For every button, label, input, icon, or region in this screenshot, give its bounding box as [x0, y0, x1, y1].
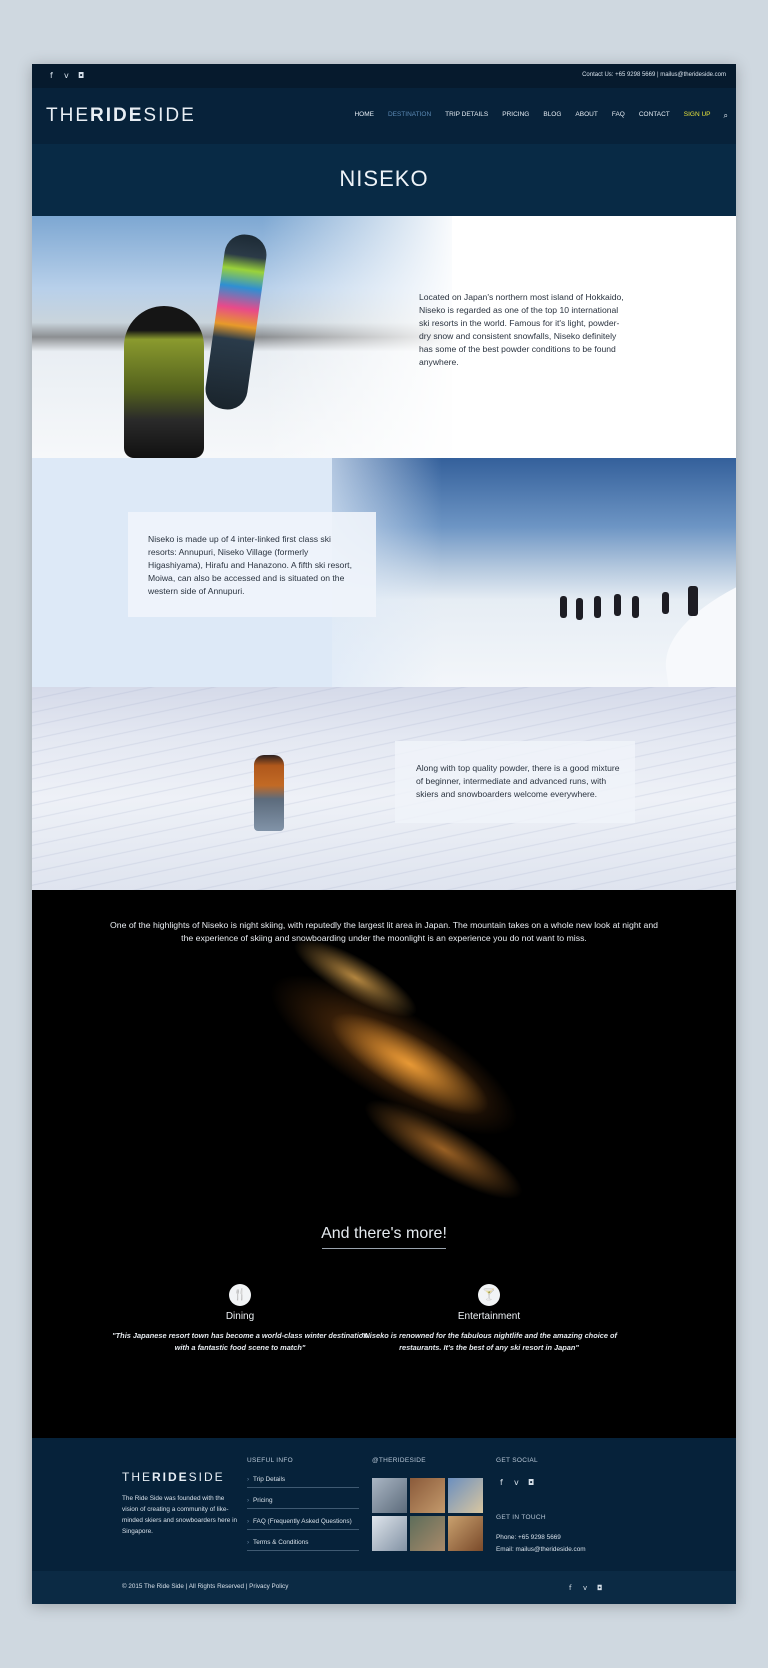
dining-quote: "This Japanese resort town has become a …	[112, 1331, 368, 1352]
nav-destination[interactable]: DESTINATION	[381, 111, 438, 121]
nav-pricing[interactable]: PRICING	[495, 111, 536, 121]
footer-email[interactable]: Email: mailus@therideside.com	[496, 1546, 586, 1553]
instagram-thumb[interactable]	[448, 1516, 483, 1551]
get-social-heading: GET SOCIAL	[496, 1457, 538, 1464]
main-nav: HOME DESTINATION TRIP DETAILS PRICING BL…	[347, 111, 728, 121]
instagram-thumb[interactable]	[448, 1478, 483, 1513]
nav-sign-up[interactable]: SIGN UP	[677, 111, 718, 121]
footer-phone: Phone: +65 9298 5669	[496, 1534, 561, 1541]
entertainment-quote: "Niseko is renowned for the fabulous nig…	[360, 1331, 618, 1352]
site-header: THERIDESIDE HOME DESTINATION TRIP DETAIL…	[32, 88, 736, 144]
entertainment-title: Entertainment	[457, 1311, 521, 1322]
vimeo-icon[interactable]: v	[64, 71, 69, 80]
hiker-figure	[614, 594, 621, 616]
dining-title: Dining	[225, 1311, 255, 1322]
instagram-icon[interactable]: ◘	[78, 71, 84, 80]
snowboard-graphic	[202, 231, 270, 413]
facebook-icon[interactable]: f	[500, 1478, 503, 1487]
instagram-icon[interactable]: ◘	[597, 1584, 603, 1592]
contact-info: Contact Us: +65 9298 5669 | mailus@theri…	[582, 72, 726, 78]
intro-text: Located on Japan's northern most island …	[419, 292, 624, 367]
vimeo-icon[interactable]: v	[583, 1584, 587, 1592]
instagram-thumb[interactable]	[410, 1478, 445, 1513]
instagram-icon[interactable]: ◘	[528, 1478, 534, 1487]
copyright-bar: © 2015 The Ride Side | All Rights Reserv…	[32, 1571, 736, 1604]
nav-contact[interactable]: CONTACT	[632, 111, 677, 121]
site-logo[interactable]: THERIDESIDE	[46, 105, 196, 127]
nav-about[interactable]: ABOUT	[568, 111, 604, 121]
useful-info-heading: USEFUL INFO	[247, 1457, 294, 1464]
hiker-figure	[594, 596, 601, 618]
page-title: NISEKO	[339, 166, 429, 191]
search-icon[interactable]: ⌕	[718, 111, 728, 121]
instagram-thumb[interactable]	[372, 1478, 407, 1513]
top-bar: f v ◘ Contact Us: +65 9298 5669 | mailus…	[32, 64, 736, 88]
footer-logo[interactable]: THERIDESIDE	[122, 1470, 225, 1484]
snowboarder-figure	[124, 306, 204, 458]
facebook-icon[interactable]: f	[569, 1584, 571, 1592]
runs-text: Along with top quality powder, there is …	[416, 763, 620, 799]
nav-blog[interactable]: BLOG	[536, 111, 568, 121]
more-heading: And there's more!	[321, 1225, 447, 1242]
hiker-figure	[688, 586, 698, 616]
footer-about: The Ride Side was founded with the visio…	[122, 1495, 238, 1535]
nav-faq[interactable]: FAQ	[605, 111, 632, 121]
snowboarder-figure	[254, 755, 284, 831]
hiker-figure	[632, 596, 639, 618]
get-in-touch-heading: GET IN TOUCH	[496, 1514, 546, 1521]
instagram-heading: @THERIDESIDE	[372, 1457, 426, 1464]
dining-icon: 🍴	[229, 1284, 251, 1306]
nav-home[interactable]: HOME	[347, 111, 381, 121]
resorts-text: Niseko is made up of 4 inter-linked firs…	[148, 534, 352, 596]
footer-link-pricing[interactable]: Pricing	[247, 1489, 359, 1509]
hiker-figure	[576, 598, 583, 620]
nav-trip-details[interactable]: TRIP DETAILS	[438, 111, 495, 121]
resorts-section: Niseko is made up of 4 inter-linked firs…	[32, 458, 736, 687]
heading-underline	[322, 1248, 446, 1249]
cocktail-icon: 🍸	[478, 1284, 500, 1306]
site-footer: THERIDESIDE The Ride Side was founded wi…	[32, 1438, 736, 1571]
footer-link-trip-details[interactable]: Trip Details	[247, 1468, 359, 1488]
vimeo-icon[interactable]: v	[514, 1478, 519, 1487]
instagram-thumb[interactable]	[372, 1516, 407, 1551]
title-band: NISEKO	[32, 144, 736, 216]
intro-section: Located on Japan's northern most island …	[32, 216, 736, 458]
page: f v ◘ Contact Us: +65 9298 5669 | mailus…	[32, 64, 736, 1604]
instagram-thumb[interactable]	[410, 1516, 445, 1551]
hiker-figure	[662, 592, 669, 614]
hiker-figure	[560, 596, 567, 618]
footer-link-terms[interactable]: Terms & Conditions	[247, 1531, 359, 1551]
facebook-icon[interactable]: f	[50, 71, 53, 80]
night-skiing-section: One of the highlights of Niseko is night…	[32, 890, 736, 1438]
footer-link-faq[interactable]: FAQ (Frequently Asked Questions)	[247, 1510, 359, 1530]
runs-section: Along with top quality powder, there is …	[32, 687, 736, 890]
copyright-text: © 2015 The Ride Side | All Rights Reserv…	[122, 1583, 289, 1590]
